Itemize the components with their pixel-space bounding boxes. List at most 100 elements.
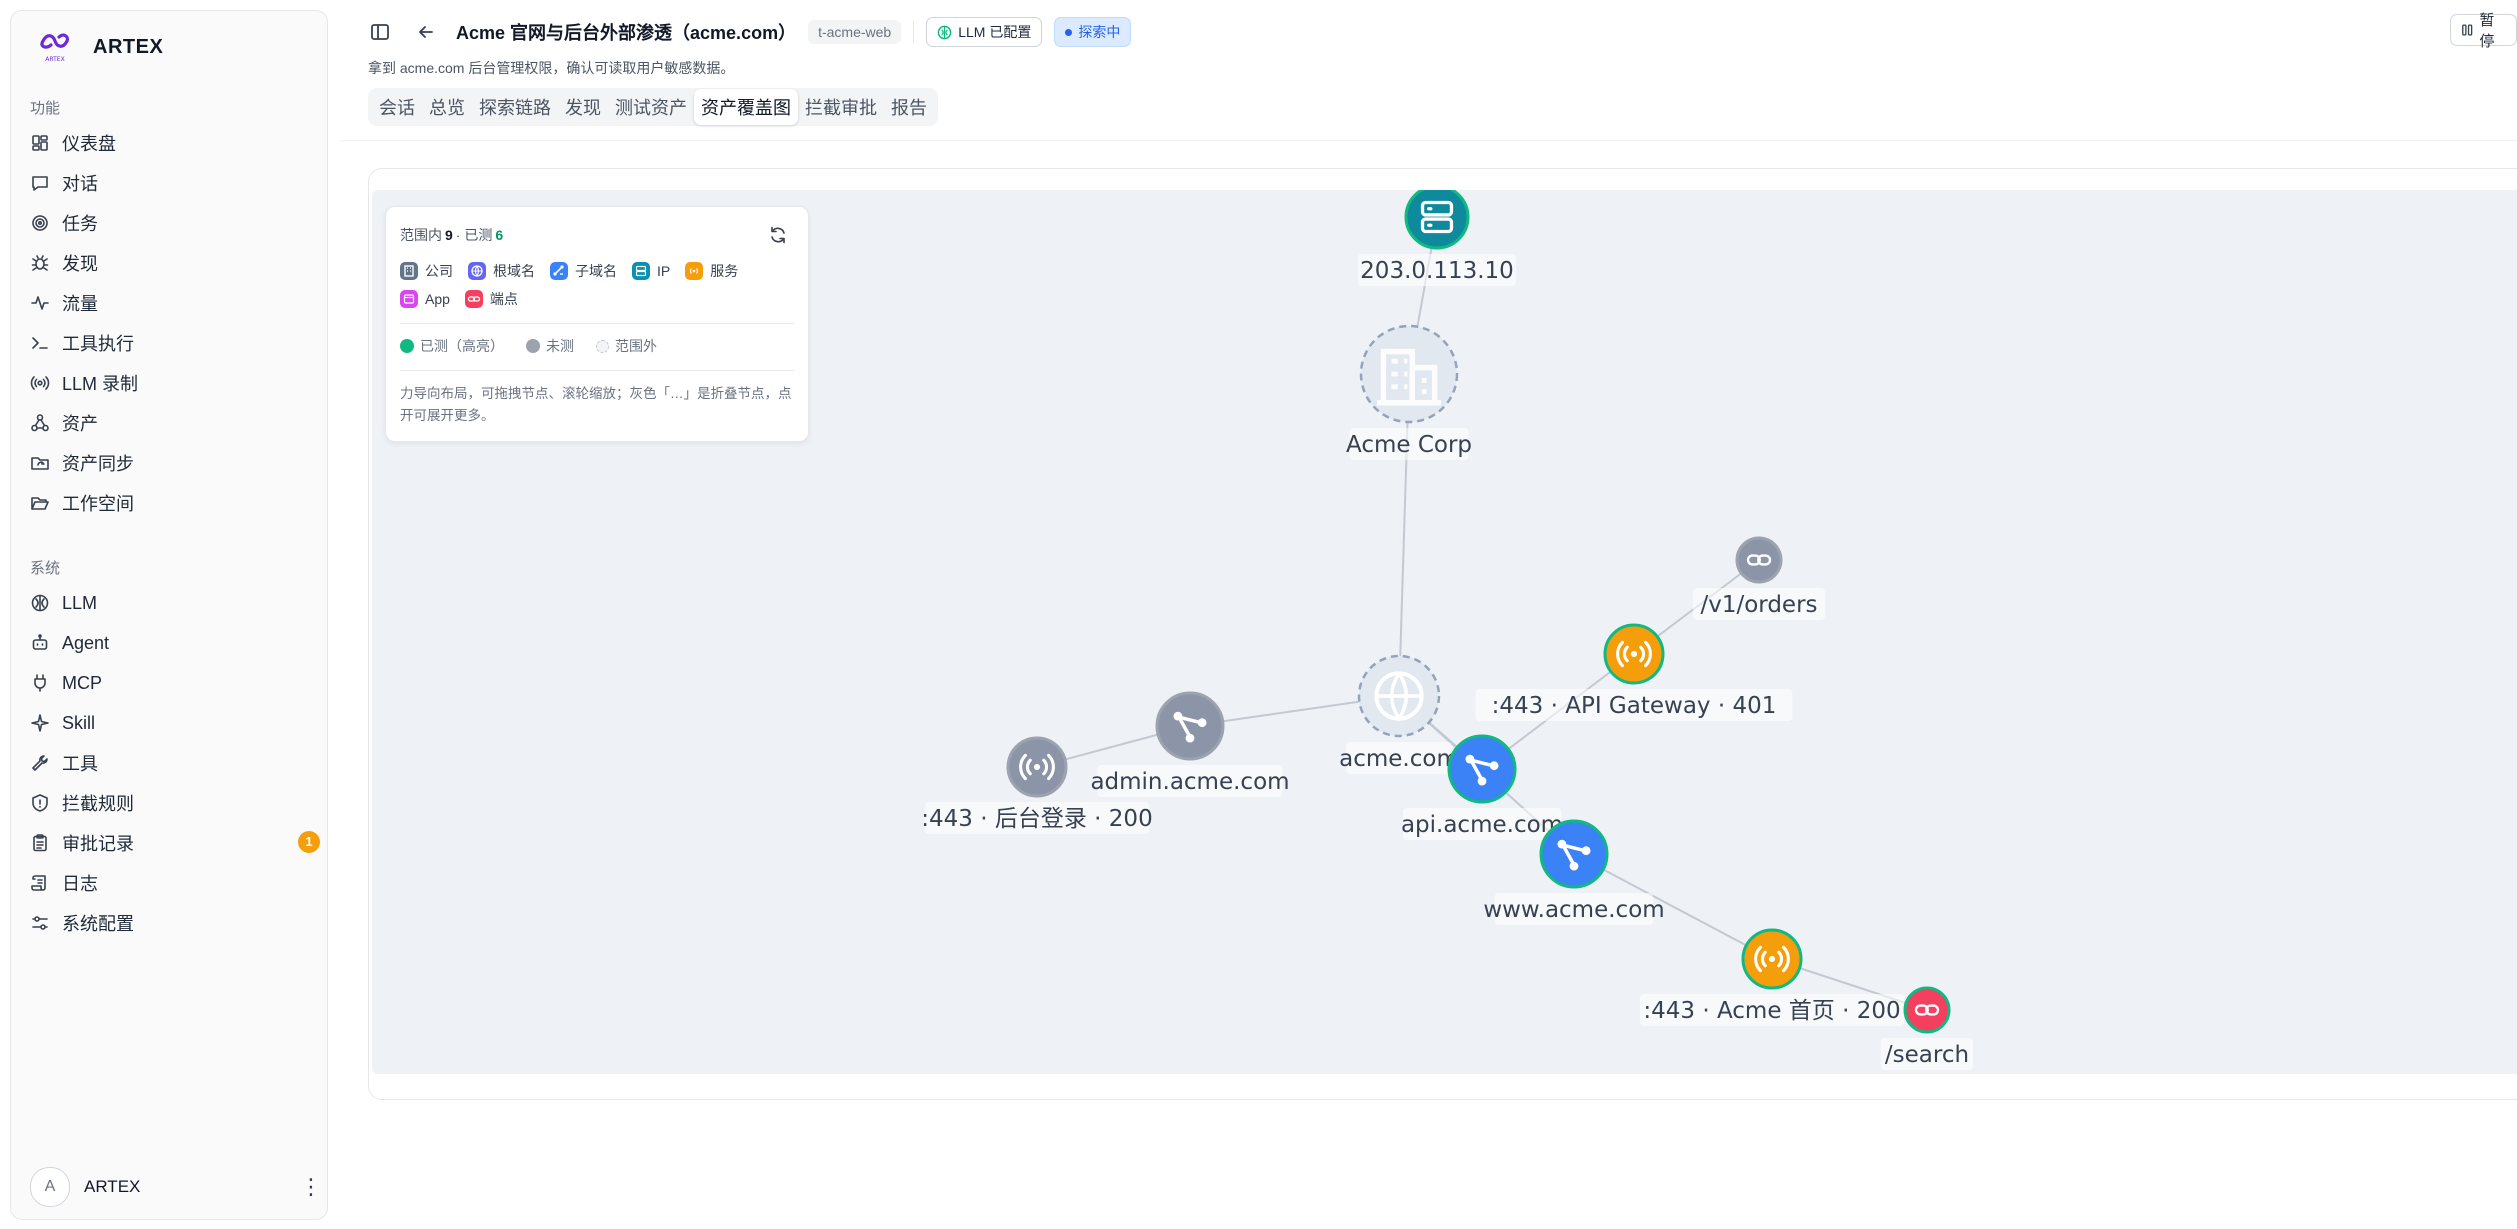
legend-status-1: 未测 [526, 336, 574, 356]
sliders-icon [32, 916, 48, 930]
sidebar-item-system-3[interactable]: Skill [30, 703, 320, 743]
graph-node-root[interactable]: acme.com [1339, 654, 1459, 774]
graph-legend: 范围内 9 · 已测 6 公司 根域名 子域名 IP 服务 App 端点 已测（高亮） 未测 范… [385, 206, 809, 442]
sidebar-item-label: Skill [62, 712, 96, 733]
refresh-icon[interactable] [768, 225, 788, 245]
status-dot [526, 339, 540, 353]
sidebar-item-function-3[interactable]: 发现 [30, 243, 320, 283]
user-name: ARTEX [84, 1177, 141, 1196]
graph-node-label: /v1/orders [1700, 592, 1817, 618]
graph-node-circle [1447, 734, 1517, 804]
sidebar-item-system-1[interactable]: Agent [30, 623, 320, 663]
tab-1[interactable]: 总览 [422, 89, 472, 125]
legend-status: 已测（高亮） 未测 范围外 [400, 336, 794, 356]
status-dot [596, 339, 609, 353]
artex-logo: ARTEX [37, 31, 73, 63]
sidebar-item-label: 仪表盘 [62, 134, 116, 154]
tab-6[interactable]: 拦截审批 [798, 89, 884, 125]
user-menu[interactable]: A ARTEX ⋮ [30, 1167, 322, 1207]
target-icon [32, 215, 48, 231]
page-title: Acme 官网与后台外部渗透（acme.com） [456, 23, 797, 43]
graph-node-circle [1359, 324, 1459, 424]
graph-node-api443[interactable]: :443 · API Gateway · 401 [1475, 623, 1793, 721]
sidebar-item-function-7[interactable]: 资产 [30, 403, 320, 443]
graph-node-label: www.acme.com [1483, 897, 1664, 923]
pause-icon [2462, 24, 2473, 36]
dashboard-icon [32, 135, 48, 151]
legend-hint: 力导向布局，可拖拽节点、滚轮缩放；灰色「…」是折叠节点，点开可展开更多。 [400, 386, 792, 423]
back-arrow-icon[interactable] [414, 20, 438, 44]
graph-node-company[interactable]: Acme Corp [1346, 324, 1472, 460]
sidebar-item-label: 任务 [62, 214, 98, 234]
pause-button[interactable]: 暂停 [2450, 12, 2517, 50]
legend-type-label: 公司 [425, 263, 453, 279]
globe-icon [468, 262, 486, 280]
clipboard-icon [33, 834, 47, 852]
legend-type-3: IP [632, 261, 670, 281]
legend-type-label: 端点 [489, 291, 518, 307]
tab-3[interactable]: 发现 [558, 89, 608, 125]
legend-type-5: App [400, 289, 450, 309]
function-nav: 仪表盘对话任务发现流量 工具执行 LLM 录制 资产资产同步工作空间 [30, 123, 320, 523]
sidebar-item-label: LLM 录制 [62, 374, 139, 394]
sidebar-item-function-9[interactable]: 工作空间 [30, 483, 320, 523]
brain-icon [31, 594, 49, 612]
sidebar-item-label: MCP [62, 672, 102, 693]
tab-4[interactable]: 测试资产 [608, 89, 694, 125]
more-vertical-icon[interactable]: ⋮ [300, 1174, 322, 1200]
sidebar-item-system-5[interactable]: 拦截规则 [30, 783, 320, 823]
tested-label: · 已测 [455, 227, 493, 243]
sidebar-item-label: 系统配置 [62, 914, 134, 934]
sidebar-item-label: 资产 [62, 414, 98, 434]
sidebar-item-function-4[interactable]: 流量 [30, 283, 320, 323]
tab-2[interactable]: 探索链路 [472, 89, 558, 125]
legend-type-1: 根域名 [468, 261, 535, 281]
sidebar-toggle-icon[interactable] [368, 20, 392, 44]
legend-divider [400, 323, 794, 324]
sidebar-item-function-0[interactable]: 仪表盘 [30, 123, 320, 163]
sidebar-item-system-8[interactable]: 系统配置 [30, 903, 320, 943]
sidebar-item-label: 发现 [62, 254, 98, 274]
graph-node-circle [1539, 819, 1609, 889]
section-title-function: 功能 [30, 100, 61, 117]
page-subtitle: 拿到 acme.com 后台管理权限，确认可读取用户敏感数据。 [368, 60, 735, 76]
graph-node-ip[interactable]: 203.0.113.10 [1357, 190, 1517, 286]
sidebar-item-system-7[interactable]: 日志 [30, 863, 320, 903]
tab-5[interactable]: 资产覆盖图 [694, 89, 798, 125]
network-icon [31, 414, 49, 432]
sidebar-item-function-2[interactable]: 任务 [30, 203, 320, 243]
legend-type-label: 服务 [710, 263, 739, 279]
sidebar-item-label: 资产同步 [62, 454, 134, 474]
sidebar-item-system-2[interactable]: MCP [30, 663, 320, 703]
sidebar-item-system-4[interactable]: 工具 [30, 743, 320, 783]
status-dot [400, 339, 414, 353]
terminal-icon [32, 337, 48, 349]
avatar: A [30, 1167, 70, 1207]
status-dot [1065, 28, 1073, 36]
sidebar-item-function-6[interactable]: LLM 录制 [30, 363, 320, 403]
brand[interactable]: ARTEX ARTEX [37, 31, 163, 63]
sidebar-item-label: LLM [62, 592, 98, 613]
graph-node-www443[interactable]: :443 · Acme 首页 · 200 [1640, 928, 1904, 1026]
building-icon [400, 262, 418, 280]
tab-7[interactable]: 报告 [884, 89, 934, 125]
legend-status-label: 范围外 [615, 338, 657, 354]
link-icon [464, 290, 483, 308]
sidebar-item-function-1[interactable]: 对话 [30, 163, 320, 203]
graph-node-circle [1155, 691, 1225, 761]
bug-icon [31, 255, 49, 271]
sidebar-item-system-0[interactable]: LLM [30, 583, 320, 623]
brand-name: ARTEX [93, 35, 164, 58]
sidebar-item-system-6[interactable]: 审批记录 1 [30, 823, 320, 863]
run-status-chip: 探索中 [1054, 17, 1132, 47]
bot-icon [32, 634, 48, 650]
sidebar-item-label: 日志 [62, 874, 98, 894]
legend-status-label: 未测 [546, 338, 574, 354]
sidebar-item-function-8[interactable]: 资产同步 [30, 443, 320, 483]
tab-0[interactable]: 会话 [372, 89, 422, 125]
sidebar-item-function-5[interactable]: 工具执行 [30, 323, 320, 363]
radio-icon [30, 376, 50, 390]
graph-node-label: 203.0.113.10 [1360, 258, 1514, 284]
graph-node-orders[interactable]: /v1/orders [1693, 536, 1825, 620]
graph-node-label: admin.acme.com [1090, 769, 1289, 795]
